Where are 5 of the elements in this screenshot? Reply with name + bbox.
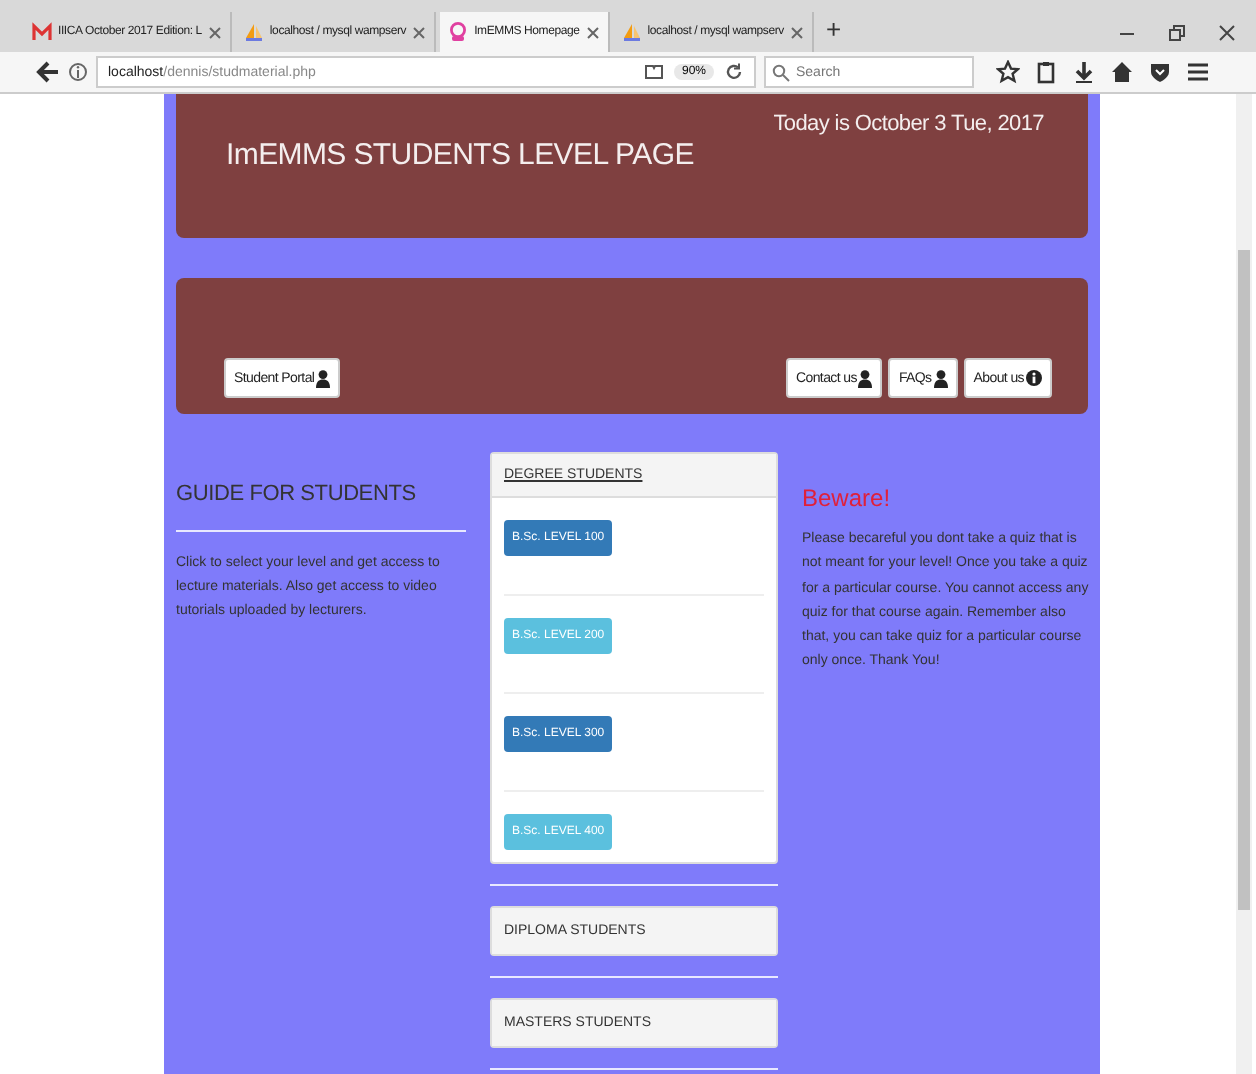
new-tab-button[interactable]: + (817, 12, 850, 52)
page-title: ImEMMS STUDENTS LEVEL PAGE (226, 138, 694, 176)
warning-title: Beware! (802, 484, 893, 512)
section-title: GUIDE FOR STUDENTS (176, 482, 418, 506)
date-text: Today is October 3 Tue, 2017 (773, 112, 1044, 140)
